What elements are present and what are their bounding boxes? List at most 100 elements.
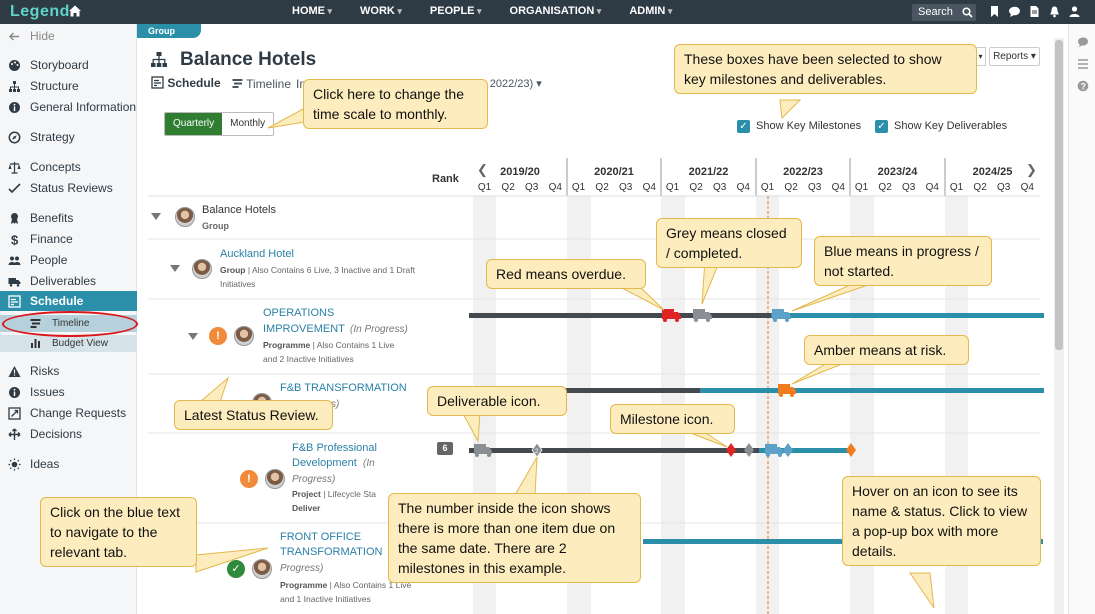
milestone-icon-at-risk[interactable] [846,443,856,457]
sidebar-item-storyboard[interactable]: Storyboard [0,55,137,75]
nav-people[interactable]: PEOPLE [423,0,489,24]
sidebar-item-decisions[interactable]: Decisions [0,424,137,444]
tab-schedule[interactable]: Schedule [151,76,221,90]
search-input[interactable]: Search [912,4,976,21]
sidebar-item-issues[interactable]: Issues [0,382,137,402]
sidebar-item-structure[interactable]: Structure [0,76,137,96]
row-contains-2: and 1 Inactive Initiatives [280,594,371,604]
row-link-fb-professional-development-2[interactable]: Development [292,457,357,469]
date-range-label: - 2022/23) [483,78,534,90]
sidebar-item-label: Structure [30,79,79,93]
help-icon[interactable]: ? [1077,80,1089,92]
sidebar-item-schedule[interactable]: Schedule [0,291,137,311]
list-icon[interactable] [1077,58,1089,70]
sidebar-item-deliverables[interactable]: Deliverables [0,271,137,291]
vertical-scrollbar[interactable] [1054,38,1064,614]
row-link-operations-improvement[interactable]: OPERATIONS [263,307,334,319]
project-bar-in-progress[interactable] [759,448,851,453]
avatar[interactable] [252,559,272,579]
sidebar-item-label: Status Reviews [30,181,113,195]
monthly-button[interactable]: Monthly [222,113,274,135]
quarter-label: Q4 [925,182,939,193]
row-link-front-office-transformation[interactable]: FRONT OFFICE [280,531,361,543]
nav-work[interactable]: WORK [353,0,409,24]
show-key-milestones-checkbox[interactable]: ✓ Show Key Milestones [737,120,861,133]
milestone-icon-overdue[interactable] [726,443,736,457]
avatar[interactable] [192,259,212,279]
sidebar-item-change-requests[interactable]: Change Requests [0,403,137,423]
dropdown-left-button[interactable]: ▾ [976,47,986,66]
show-key-deliverables-checkbox[interactable]: ✓ Show Key Deliverables [875,120,1007,133]
sidebar-item-risks[interactable]: Risks [0,361,137,381]
search-label: Search [918,6,953,18]
avatar[interactable] [265,469,285,489]
quarter-label: Q4 [831,182,845,193]
callout-hover: Hover on an icon to see its name & statu… [842,476,1041,566]
collapse-caret-icon[interactable] [151,213,161,220]
deliverable-icon-at-risk[interactable] [778,384,796,397]
milestone-icon-completed[interactable] [531,442,543,458]
nav-admin[interactable]: ADMIN [622,0,679,24]
project-bar-closed[interactable] [469,448,759,453]
sidebar-item-status-reviews[interactable]: Status Reviews [0,178,137,198]
programme-bar-in-progress[interactable] [700,388,1044,393]
programme-bar-closed[interactable] [469,313,771,318]
status-alert-icon[interactable]: ! [240,470,258,488]
sidebar-subitem-budget-view[interactable]: Budget View [0,335,137,352]
sidebar-item-benefits[interactable]: Benefits [0,208,137,228]
avatar[interactable] [175,207,195,227]
row-link-fb-transformation[interactable]: F&B TRANSFORMATION [280,382,407,394]
avatar[interactable] [234,326,254,346]
sidebar-item-label: Decisions [30,427,83,441]
bookmark-icon[interactable] [988,5,1001,18]
row-link-fb-professional-development[interactable]: F&B Professional [292,442,377,454]
chat-icon[interactable] [1008,5,1021,18]
deliverable-icon-completed[interactable] [474,444,492,457]
user-icon[interactable] [1068,5,1081,18]
home-icon[interactable] [68,4,82,18]
reports-dropdown[interactable]: Reports ▾ [989,47,1040,66]
callout-pointer [619,286,665,311]
row-link-operations-improvement-2[interactable]: IMPROVEMENT [263,323,345,335]
nav-organisation[interactable]: ORGANISATION [503,0,609,24]
sidebar-item-label: Issues [30,385,65,399]
deliverable-icon-in-progress[interactable] [772,309,791,322]
sidebar-item-general-information[interactable]: General Information [0,97,137,117]
status-ok-icon[interactable]: ✓ [227,560,245,578]
collapse-caret-icon[interactable] [188,333,198,340]
status-alert-icon[interactable]: ! [209,327,227,345]
document-icon[interactable] [1028,5,1041,18]
scrollbar-thumb[interactable] [1055,40,1063,350]
tab-timeline[interactable]: Timeline [232,77,291,91]
milestone-icon-completed[interactable] [744,443,754,457]
sidebar-item-finance[interactable]: $ Finance [0,229,137,249]
quarterly-button[interactable]: Quarterly [165,113,223,135]
comment-icon[interactable] [1077,36,1089,48]
scales-icon [8,162,21,174]
callout-amber: Amber means at risk. [804,335,969,365]
app-logo[interactable]: Legend [10,3,70,21]
lightbulb-icon [8,458,21,471]
sidebar-item-concepts[interactable]: Concepts [0,157,137,177]
bell-icon[interactable] [1048,5,1061,18]
date-range-dropdown[interactable]: - 2022/23) ▾ [483,77,542,90]
callout-status-review: Latest Status Review. [174,400,333,430]
collapse-caret-icon[interactable] [170,265,180,272]
row-link-front-office-transformation-2[interactable]: TRANSFORMATION [280,546,382,558]
deliverable-icon-in-progress[interactable] [765,444,783,457]
sidebar-item-strategy[interactable]: Strategy [0,127,137,147]
sidebar-item-ideas[interactable]: Ideas [0,454,137,474]
row-link-auckland-hotel[interactable]: Auckland Hotel [220,248,294,260]
row-lifecycle: Lifecycle Sta [327,489,376,499]
programme-bar-in-progress[interactable] [771,313,1044,318]
nav-home[interactable]: HOME [285,0,339,24]
sidebar-item-people[interactable]: People [0,250,137,270]
quarter-label: Q1 [760,182,775,193]
deliverable-icon-completed[interactable] [693,309,712,322]
group-tab[interactable]: Group [137,24,201,38]
sidebar-hide[interactable]: Hide [0,26,137,46]
timescale-toggle: Quarterly Monthly [164,112,275,136]
row-meta: Group | Also Contains 6 Live, 3 Inactive… [220,265,415,289]
deliverable-icon-overdue[interactable] [662,309,681,322]
milestone-icon-in-progress[interactable] [783,443,793,457]
